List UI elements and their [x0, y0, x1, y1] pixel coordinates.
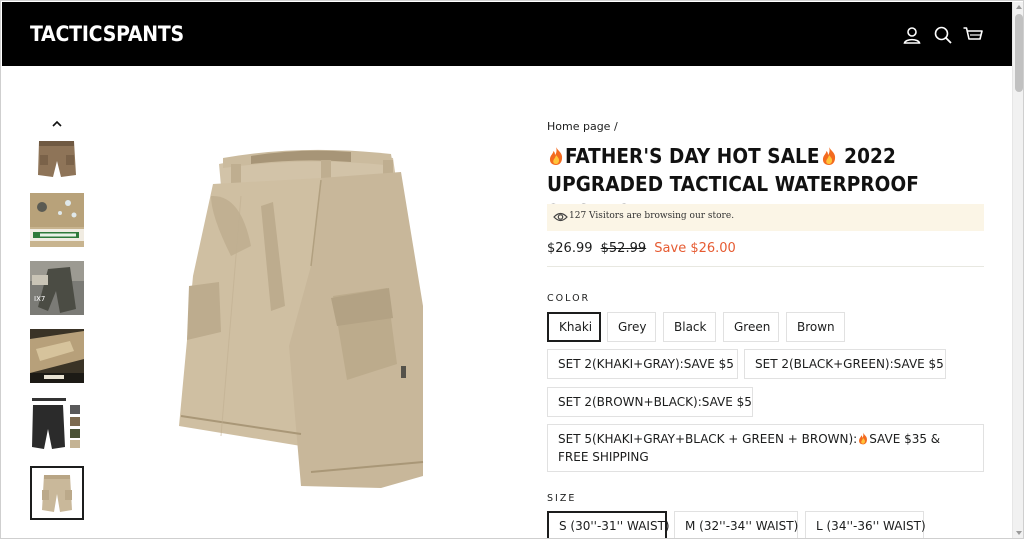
fire-emoji-icon: [549, 147, 563, 165]
color-option-set5-all[interactable]: SET 5(KHAKI+GRAY+BLACK + GREEN + BROWN):…: [547, 424, 984, 472]
breadcrumb[interactable]: Home page /: [547, 120, 618, 133]
page-scrollbar[interactable]: [1012, 2, 1023, 538]
color-option-brown[interactable]: Brown: [786, 312, 845, 342]
search-icon[interactable]: [932, 24, 954, 46]
color-option-set2-black-green[interactable]: SET 2(BLACK+GREEN): SAVE $5: [744, 349, 946, 379]
color-option-green[interactable]: Green: [723, 312, 779, 342]
set-save: SAVE $5: [683, 357, 734, 371]
page-frame: TACTICSPANTS IX7 Home page / FATHER'S DA…: [0, 0, 1024, 539]
set-label: SET 2(BLACK+GREEN):: [755, 357, 894, 371]
fire-emoji-icon: [822, 147, 835, 165]
scroll-thumb[interactable]: [1015, 14, 1023, 92]
thumbnail-3[interactable]: IX7: [30, 261, 84, 315]
fire-emoji-icon: [859, 432, 868, 445]
original-price: $52.99: [600, 241, 647, 256]
size-option-label: S (30''-31'' WAIST): [559, 519, 670, 533]
color-option-label: Green: [734, 320, 771, 334]
color-option-label: Brown: [797, 320, 835, 334]
thumbnail-4[interactable]: [30, 329, 84, 383]
color-option-label: Khaki: [559, 320, 593, 334]
chevron-up-icon[interactable]: [51, 119, 63, 129]
size-option-label: M (32''-34'' WAIST): [685, 519, 799, 533]
visitors-text: 127 Visitors are browsing our store.: [569, 211, 735, 221]
thumbnail-6-selected[interactable]: [30, 466, 84, 520]
account-icon[interactable]: [901, 24, 923, 46]
thumbnail-2[interactable]: [30, 193, 84, 247]
size-option-s[interactable]: S (30''-31'' WAIST): [547, 511, 670, 538]
color-option-label: Black: [674, 320, 707, 334]
thumbnail-1[interactable]: [30, 131, 84, 185]
title-part-1: FATHER'S DAY HOT SALE: [565, 144, 820, 168]
set-save: SAVE $5: [701, 395, 752, 409]
thumbnail-5[interactable]: [30, 397, 84, 451]
color-option-set2-khaki-gray[interactable]: SET 2(KHAKI+GRAY): SAVE $5: [547, 349, 738, 379]
current-price: $26.99: [547, 241, 593, 256]
color-option-khaki[interactable]: Khaki: [547, 312, 601, 342]
price-block: $26.99 $52.99 Save $26.00: [547, 241, 736, 256]
save-amount: Save $26.00: [654, 241, 736, 256]
scroll-down-arrow[interactable]: [1016, 531, 1022, 535]
color-option-label: Grey: [618, 320, 647, 334]
color-option-set2-brown-black[interactable]: SET 2(BROWN+BLACK): SAVE $5: [547, 387, 753, 417]
set-label: SET 2(BROWN+BLACK):: [558, 395, 702, 409]
set5-text: SET 5(KHAKI+GRAY+BLACK + GREEN + BROWN):…: [558, 430, 973, 466]
scroll-up-arrow[interactable]: [1016, 5, 1022, 9]
store-logo[interactable]: TACTICSPANTS: [30, 22, 184, 46]
set-label: SET 5(KHAKI+GRAY+BLACK + GREEN + BROWN):: [558, 432, 858, 446]
svg-text:IX7: IX7: [34, 295, 45, 303]
size-option-m[interactable]: M (32''-34'' WAIST): [674, 511, 799, 538]
visitors-banner: 127 Visitors are browsing our store.: [547, 204, 984, 231]
size-label: SIZE: [547, 493, 577, 504]
color-label: COLOR: [547, 293, 591, 304]
size-option-label: L (34''-36'' WAIST): [816, 519, 926, 533]
cart-icon[interactable]: [962, 24, 984, 46]
set-save: SAVE $5: [893, 357, 944, 371]
divider: [547, 266, 984, 267]
site-header: TACTICSPANTS: [2, 2, 1012, 66]
set-label: SET 2(KHAKI+GRAY):: [558, 357, 684, 371]
color-option-grey[interactable]: Grey: [607, 312, 656, 342]
size-option-l[interactable]: L (34''-36'' WAIST): [805, 511, 926, 538]
color-option-black[interactable]: Black: [663, 312, 716, 342]
eye-icon: [553, 212, 568, 222]
product-main-image: [161, 136, 506, 531]
